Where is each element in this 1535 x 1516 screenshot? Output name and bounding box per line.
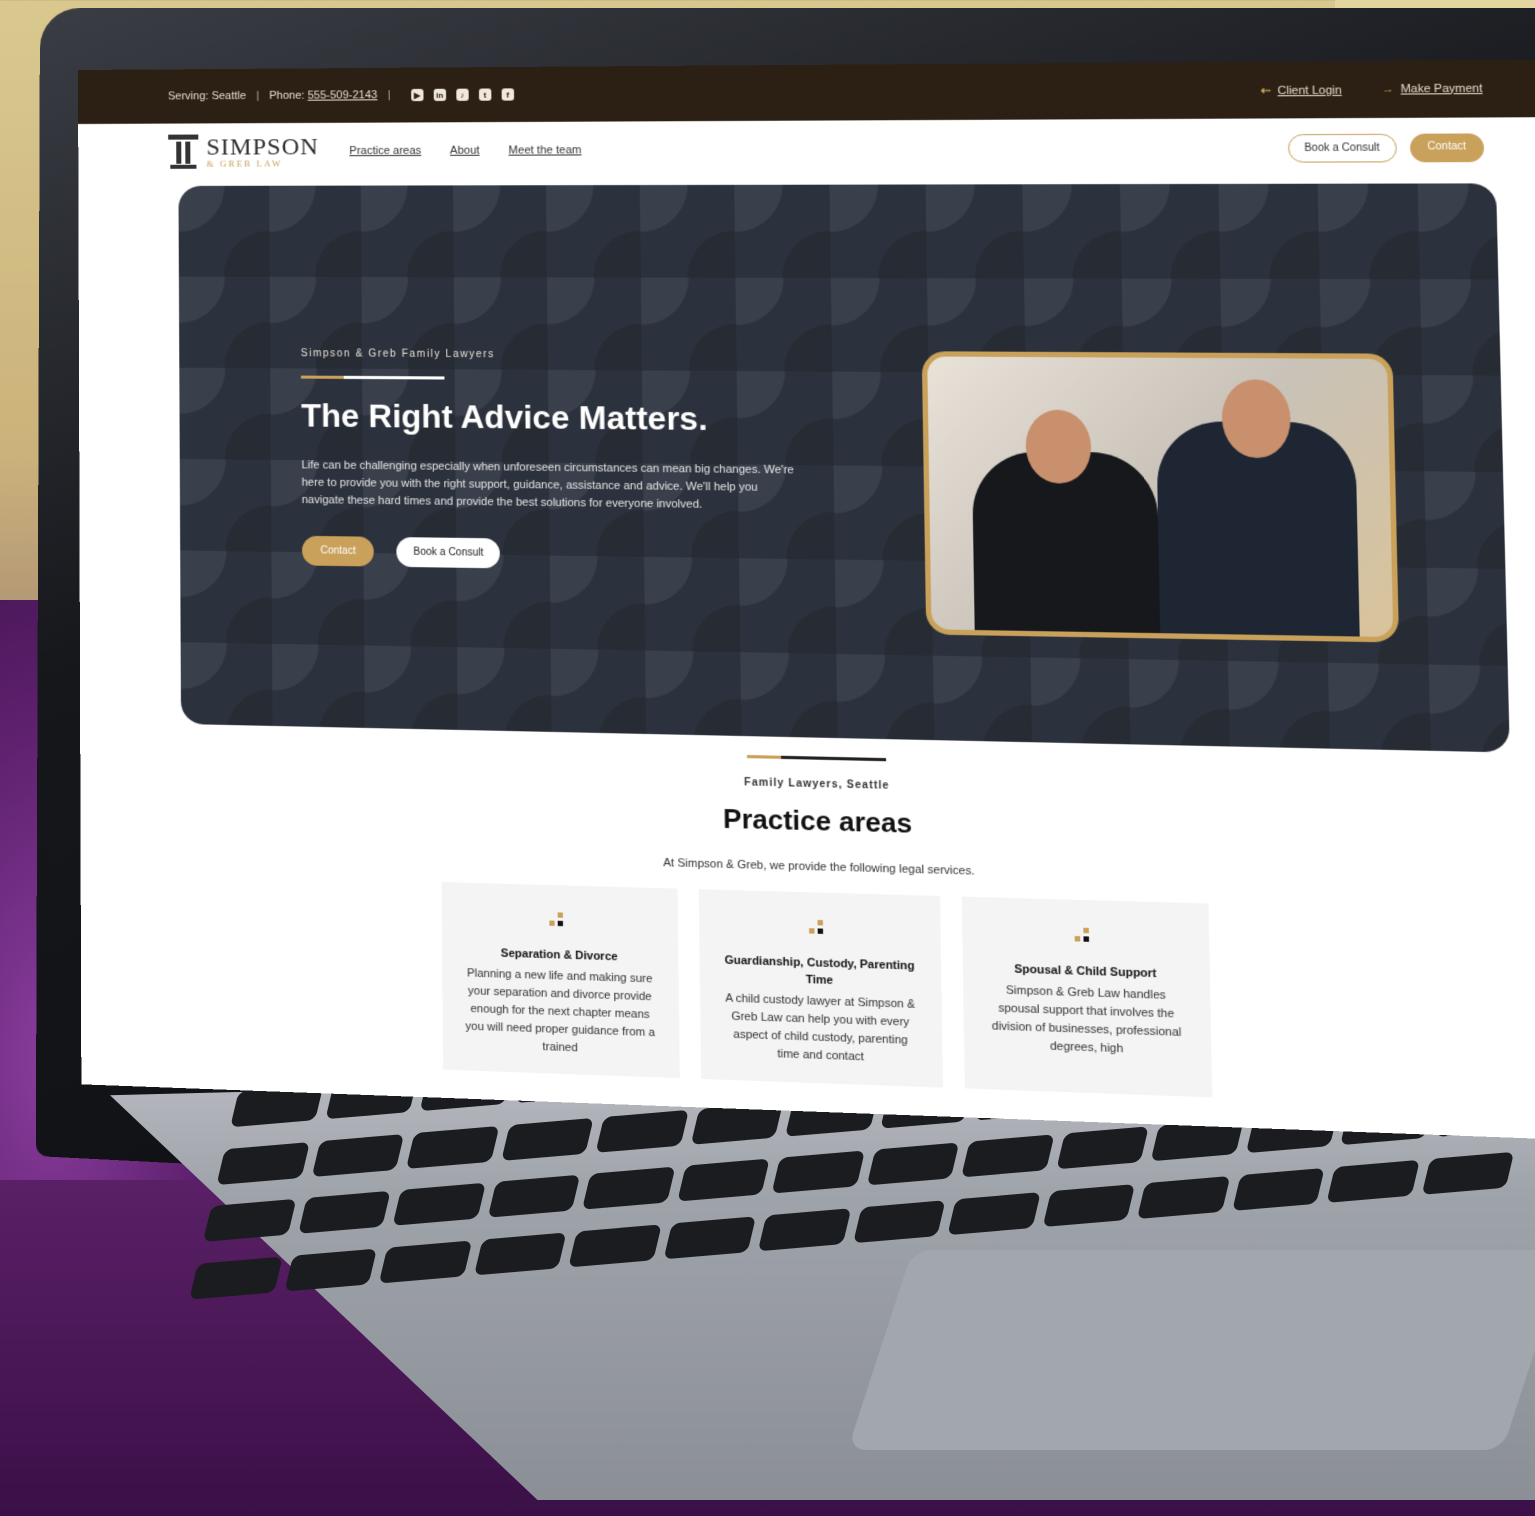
client-login-label: Client Login [1277,83,1342,97]
phone-link[interactable]: 555-509-2143 [308,89,378,102]
social-links: ▶ in ♪ t f [410,88,514,102]
key [1136,1175,1231,1219]
key [1326,1159,1420,1203]
key [581,1166,676,1210]
key [473,1231,567,1275]
key [216,1141,310,1185]
card-title: Spousal & Child Support [1014,963,1157,981]
nav-meet-the-team[interactable]: Meet the team [508,144,581,157]
facebook-icon[interactable]: f [501,88,514,101]
key [378,1240,472,1284]
card-text: A child custody lawyer at Simpson & Greb… [725,992,916,1064]
key [284,1248,378,1292]
youtube-icon[interactable]: ▶ [410,88,424,102]
card-title: Guardianship, Custody, Parenting Time [724,954,915,988]
make-payment-label: Make Payment [1400,81,1483,96]
dots-icon [549,912,568,929]
hero-section: Simpson & Greb Family Lawyers The Right … [178,183,1510,753]
hero-content: Simpson & Greb Family Lawyers The Right … [301,348,803,573]
pillar-logo-icon [168,134,199,169]
key [1231,1167,1325,1211]
hero-title: The Right Advice Matters. [301,396,708,438]
practice-card[interactable]: Guardianship, Custody, Parenting Time A … [698,889,943,1088]
dots-icon [1074,927,1095,945]
utility-links: ⇠ Client Login → Make Payment [1261,82,1483,97]
phone-label: Phone: [269,89,305,102]
person-left-head [1025,409,1092,484]
practice-card[interactable]: Spousal & Child Support Simpson & Greb L… [961,896,1212,1098]
contact-button[interactable]: Contact [1409,132,1485,162]
tiktok-icon[interactable]: ♪ [456,88,469,101]
key [392,1182,486,1226]
nav-practice-areas[interactable]: Practice areas [349,145,421,157]
logo[interactable]: SIMPSON & GREB LAW [168,134,319,169]
hero-eyebrow: Simpson & Greb Family Lawyers [300,348,495,361]
divider: | [387,89,391,102]
key [1421,1151,1515,1195]
laptop-screen: Serving: Seattle | Phone: 555-509-2143 |… [78,59,1535,1142]
card-text: Simpson & Greb Law handles spousal suppo… [991,984,1182,1056]
payment-arrow-icon: → [1381,82,1395,96]
key [866,1142,960,1186]
key [1055,1126,1149,1170]
card-text: Planning a new life and making sure your… [465,967,656,1055]
utility-bar: Serving: Seattle | Phone: 555-509-2143 |… [78,59,1535,125]
hero-book-consult-button[interactable]: Book a Consult [396,537,501,569]
main-nav: SIMPSON & GREB LAW Practice areas About … [78,117,1535,180]
key [189,1256,283,1300]
nav-buttons: Book a Consult Contact [1287,132,1485,163]
book-consult-button[interactable]: Book a Consult [1287,133,1397,163]
key [487,1174,581,1218]
make-payment-link[interactable]: → Make Payment [1382,82,1483,96]
practice-cards: Separation & Divorce Planning a new life… [81,872,1535,1112]
key [595,1109,689,1153]
practice-card[interactable]: Separation & Divorce Planning a new life… [440,881,680,1079]
hero-text: Life can be challenging especially when … [301,459,794,511]
key [771,1150,865,1194]
practice-section: Family Lawyers, Seattle Practice areas A… [80,722,1535,1112]
key [852,1199,946,1243]
key [1042,1183,1136,1227]
key [757,1207,851,1251]
key [947,1191,1041,1235]
divider: | [256,89,260,103]
key [297,1190,391,1234]
key [311,1133,405,1177]
client-login-link[interactable]: ⇠ Client Login [1261,83,1342,97]
serving-text: Serving: Seattle [167,89,247,103]
logo-text: SIMPSON & GREB LAW [206,133,319,169]
key [202,1198,296,1242]
logo-sub: & GREB LAW [206,157,283,169]
dots-icon [809,919,829,937]
hero-contact-button[interactable]: Contact [301,535,375,567]
hero-buttons: Contact Book a Consult [301,535,803,573]
practice-divider [746,754,887,762]
key [568,1223,662,1267]
key [663,1215,757,1259]
twitter-icon[interactable]: t [478,88,492,101]
key [961,1134,1055,1178]
nav-about[interactable]: About [450,145,480,157]
login-arrow-icon: ⇠ [1260,84,1272,97]
hero-divider [300,375,445,380]
trackpad [847,1250,1535,1450]
key [676,1158,770,1202]
key [500,1117,594,1161]
hero-photo [921,351,1400,643]
key [406,1125,500,1169]
linkedin-icon[interactable]: in [433,88,446,102]
logo-main: SIMPSON [206,133,319,161]
card-title: Separation & Divorce [500,947,618,964]
